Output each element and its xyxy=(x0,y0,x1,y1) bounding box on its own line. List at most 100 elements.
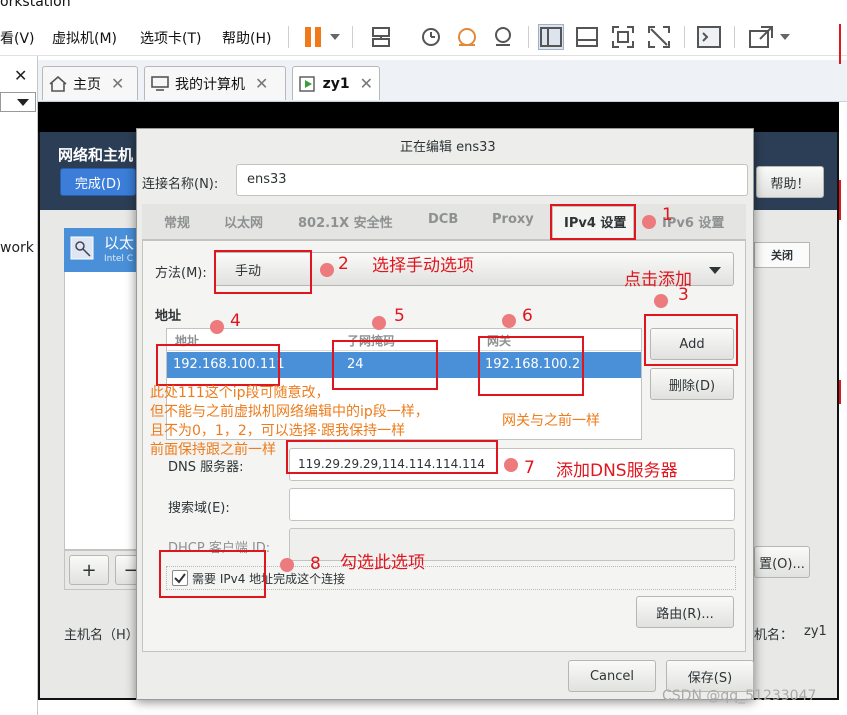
annotation-box-gateway xyxy=(478,336,584,396)
annotation-choose-manual: 选择手动选项 xyxy=(372,256,474,276)
tab-8021x-security[interactable]: 802.1X 安全性 xyxy=(298,212,393,231)
watermark: CSDN @qq_51233047 xyxy=(662,688,817,704)
send-keys-icon[interactable] xyxy=(368,24,394,50)
add-device-button[interactable]: + xyxy=(69,555,109,585)
annotation-dot xyxy=(502,314,516,328)
revert-snapshot-icon[interactable] xyxy=(454,24,480,50)
configure-button[interactable]: 置(O)... xyxy=(754,546,810,578)
connection-name-value: ens33 xyxy=(247,172,287,187)
toolbar-separator xyxy=(684,26,685,48)
library-panel: ✕ work xyxy=(0,56,38,715)
address-section-label: 地址 xyxy=(155,309,182,324)
dropdown-icon[interactable] xyxy=(326,24,344,50)
clipped-annotation xyxy=(839,24,847,64)
annotation-box-netmask xyxy=(332,340,438,390)
tab-dcb[interactable]: DCB xyxy=(428,212,458,227)
pause-icon[interactable] xyxy=(300,24,326,50)
thumbnail-view-icon[interactable] xyxy=(574,24,600,50)
annotation-ip-note-2: 但不能与之前虚拟机网络编辑中的ip段一样， xyxy=(150,404,429,420)
annotation-step-7: 7 xyxy=(524,458,535,478)
vm-tab-strip: 主页 ✕ 我的计算机 ✕ zy1 ✕ xyxy=(38,60,847,102)
connection-name-label: 连接名称(N): xyxy=(142,177,219,192)
toolbar-separator xyxy=(528,26,529,48)
method-label: 方法(M): xyxy=(155,266,207,281)
library-item-text[interactable]: work xyxy=(0,240,34,256)
window-title-bar: orkstation xyxy=(0,0,847,18)
tab-zy1[interactable]: zy1 ✕ xyxy=(292,66,380,100)
annotation-dot xyxy=(280,558,294,572)
help-button[interactable]: 帮助！ xyxy=(756,166,824,198)
toolbar-separator xyxy=(734,26,735,48)
annotation-step-8: 8 xyxy=(310,554,321,574)
annotation-step-2: 2 xyxy=(338,254,349,274)
annotation-step-6: 6 xyxy=(522,306,533,326)
menu-view[interactable]: 看(V) xyxy=(0,28,35,48)
done-button[interactable]: 完成(D) xyxy=(60,168,136,196)
tab-home[interactable]: 主页 ✕ xyxy=(42,66,138,100)
toolbar-separator xyxy=(288,26,289,48)
tab-label: 我的计算机 xyxy=(175,76,245,93)
annotation-step-1: 1 xyxy=(662,205,673,225)
clipped-annotation xyxy=(839,380,847,404)
monitor-icon xyxy=(151,75,169,91)
annotation-dot xyxy=(642,215,656,229)
annotation-box-address xyxy=(156,344,280,386)
routes-button[interactable]: 路由(R)... xyxy=(636,596,734,628)
stretch-icon[interactable] xyxy=(748,24,774,50)
sidebar-view-icon[interactable] xyxy=(538,24,564,50)
annotation-dot xyxy=(320,263,334,277)
cancel-button[interactable]: Cancel xyxy=(568,660,656,692)
snapshot-manager-icon[interactable] xyxy=(490,24,516,50)
annotation-dot xyxy=(654,294,668,308)
dropdown-arrow-icon xyxy=(709,267,721,274)
menu-tabs[interactable]: 选项卡(T) xyxy=(140,28,201,48)
search-domains-label: 搜索域(E): xyxy=(168,501,230,516)
annotation-dot xyxy=(372,316,386,330)
tab-my-computer[interactable]: 我的计算机 ✕ xyxy=(144,66,286,100)
annotation-step-4: 4 xyxy=(230,311,241,331)
annotation-check-option: 勾选此选项 xyxy=(340,553,425,573)
library-dropdown[interactable] xyxy=(0,92,36,112)
annotation-gateway-note: 网关与之前一样 xyxy=(502,413,600,429)
hostname-current-label: 机名： xyxy=(754,628,794,643)
vm-running-icon xyxy=(299,75,315,92)
annotation-box-method xyxy=(214,250,312,294)
device-subtitle: Intel C xyxy=(104,254,134,264)
window-title: orkstation xyxy=(0,0,71,10)
annotation-ip-note-1: 此处111这个ip段可随意改， xyxy=(150,385,330,401)
dropdown-icon[interactable] xyxy=(776,24,794,50)
menu-vm[interactable]: 虚拟机(M) xyxy=(52,28,117,48)
ethernet-icon xyxy=(70,236,94,260)
fullscreen-icon[interactable] xyxy=(610,24,636,50)
console-icon[interactable] xyxy=(696,24,722,50)
connection-name-input[interactable]: ens33 xyxy=(236,164,748,196)
toolbar-separator xyxy=(352,26,353,48)
close-icon[interactable]: ✕ xyxy=(111,74,124,93)
unity-icon[interactable] xyxy=(646,24,672,50)
delete-address-button[interactable]: 删除(D) xyxy=(650,368,734,400)
annotation-box-add xyxy=(644,314,738,366)
annotation-dot xyxy=(210,320,224,334)
annotation-step-3: 3 xyxy=(678,285,689,305)
tab-general[interactable]: 常规 xyxy=(164,212,190,231)
close-icon[interactable]: ✕ xyxy=(14,66,27,85)
annotation-step-5: 5 xyxy=(394,306,405,326)
tab-proxy[interactable]: Proxy xyxy=(492,212,534,227)
annotation-box-checkbox xyxy=(159,550,266,598)
search-domains-input[interactable] xyxy=(289,488,735,521)
home-icon xyxy=(49,75,67,92)
device-toggle-switch[interactable]: 关闭 xyxy=(754,242,810,268)
tab-ethernet[interactable]: 以太网 xyxy=(224,212,263,231)
annotation-ip-note-4: 前面保持跟之前一样 xyxy=(150,442,276,458)
close-icon[interactable]: ✕ xyxy=(360,74,373,93)
dialog-title: 正在编辑 ens33 xyxy=(400,140,496,155)
annotation-dot xyxy=(504,458,518,472)
clipped-annotation xyxy=(839,180,847,220)
annotation-add-dns: 添加DNS服务器 xyxy=(556,461,678,481)
hostname-value: zy1 xyxy=(804,624,827,639)
close-icon[interactable]: ✕ xyxy=(255,74,268,93)
device-name: 以太 xyxy=(104,234,135,252)
menu-help[interactable]: 帮助(H) xyxy=(222,28,271,48)
snapshot-icon[interactable] xyxy=(418,24,444,50)
annotation-ip-note-3: 且不为0，1，2，可以选择·跟我保持一样 xyxy=(150,423,406,439)
